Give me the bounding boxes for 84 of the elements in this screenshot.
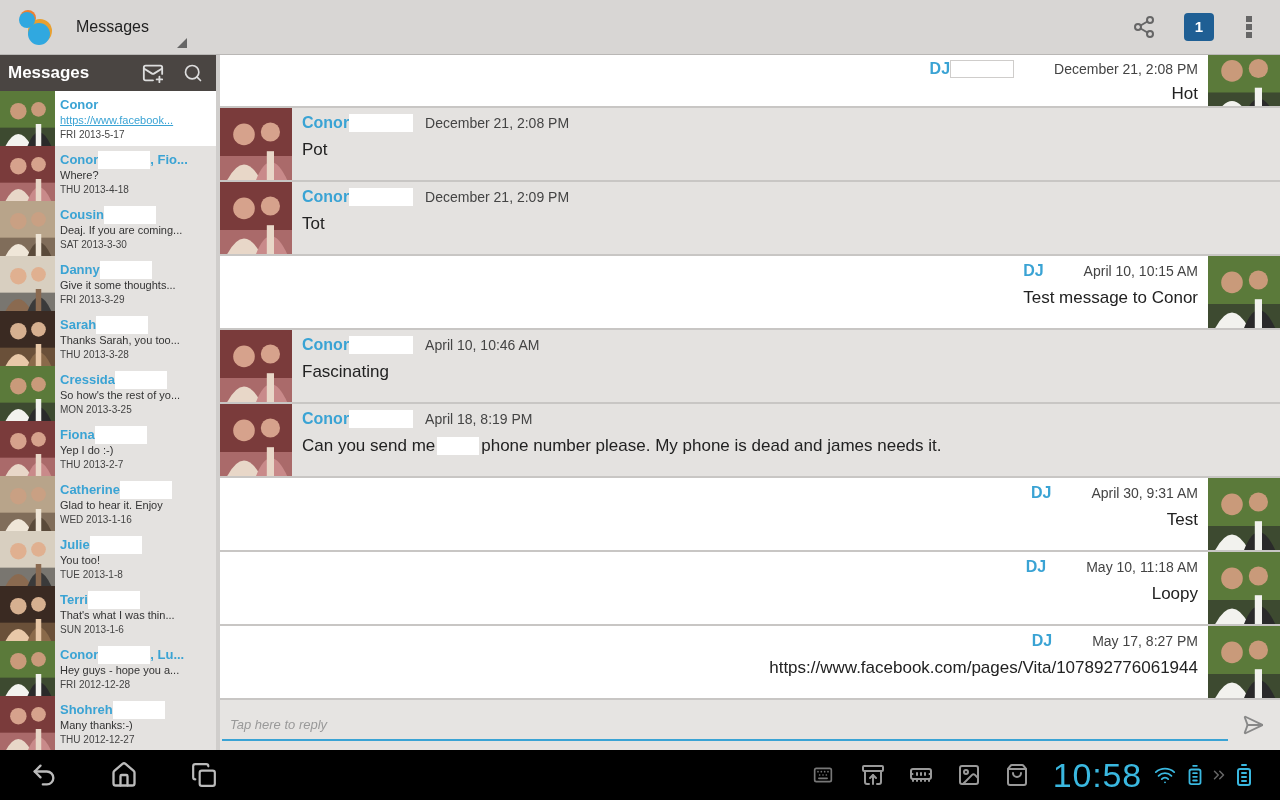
conversation-item[interactable]: Conor https://www.facebook... FRI 2013-5-17 <box>0 91 216 146</box>
conversation-date: THU 2013-4-18 <box>60 183 130 197</box>
sender-name: Conor <box>302 335 350 355</box>
conversation-date: FRI 2013-3-29 <box>60 293 126 307</box>
contact-name: Conor <box>60 95 99 114</box>
sender-name: DJ <box>1025 557 1047 577</box>
sender-name: Conor <box>302 113 350 133</box>
sender-name: DJ <box>929 59 951 79</box>
sender-name: DJ <box>1031 631 1053 651</box>
message-preview: That's what I was thin... <box>60 608 175 623</box>
conversation-date: SAT 2013-3-30 <box>60 238 128 252</box>
message-time: December 21, 2:08 PM <box>425 113 570 133</box>
home-icon <box>110 761 138 789</box>
menu-icon <box>1246 16 1252 38</box>
conversation-date: THU 2013-2-7 <box>60 458 125 472</box>
contact-name: Julie <box>60 535 90 554</box>
conversation-date: MON 2013-3-25 <box>60 403 133 417</box>
message-time: April 10, 10:46 AM <box>425 335 540 355</box>
contact-name: Fiona <box>60 425 95 444</box>
message-time: December 21, 2:09 PM <box>425 187 570 207</box>
message-text: phone number please. My phone is dead and james needs it. <box>481 435 942 458</box>
image-icon <box>956 763 981 787</box>
message-text: Tot <box>302 213 325 236</box>
conversation-date: THU 2013-3-28 <box>60 348 130 362</box>
message-text: Can you send me <box>302 435 436 458</box>
recent-apps-icon <box>191 762 217 788</box>
message-time: April 10, 10:15 AM <box>1083 261 1198 281</box>
contact-name: Conor <box>60 645 99 664</box>
store-icon <box>1004 763 1029 787</box>
sender-name: Conor <box>302 409 350 429</box>
keyboard-icon <box>812 765 833 785</box>
tray-icon <box>860 763 885 787</box>
message-text: Loopy <box>1151 583 1198 606</box>
conversation-date: FRI 2013-5-17 <box>60 128 126 142</box>
message-preview: Deaj. If you are coming... <box>60 223 183 238</box>
message-preview: Glad to hear it. Enjoy <box>60 498 164 513</box>
sender-name: DJ <box>1030 483 1052 503</box>
conversation-date: SUN 2013-1-6 <box>60 623 125 637</box>
conversation-date: TUE 2013-1-8 <box>60 568 124 582</box>
message-preview: Give it some thoughts... <box>60 278 176 293</box>
compose-icon <box>142 62 164 84</box>
conversation-date: FRI 2012-12-28 <box>60 678 132 692</box>
message-time: April 30, 9:31 AM <box>1091 483 1198 503</box>
message-time: May 17, 8:27 PM <box>1092 631 1198 651</box>
contact-name: Shohreh <box>60 700 113 719</box>
conversation-date: WED 2013-1-16 <box>60 513 133 527</box>
message-text: Test <box>1166 509 1198 532</box>
contact-name-suffix: , Lu... <box>150 645 185 664</box>
message-preview: You too! <box>60 553 101 568</box>
search-icon <box>183 63 203 83</box>
contact-name-suffix: , Fio... <box>150 150 188 169</box>
sender-name: Conor <box>302 187 350 207</box>
contact-name: Terri <box>60 590 88 609</box>
message-text: Test message to Conor <box>1023 287 1198 310</box>
reply-field[interactable]: Tap here to reply <box>222 709 1228 741</box>
dropdown-corner-icon <box>176 37 187 48</box>
message-time: December 21, 2:08 PM <box>1054 59 1198 79</box>
message-text: Fascinating <box>302 361 389 384</box>
message-preview: Hey guys - hope you a... <box>60 663 181 678</box>
sidebar-title: Messages <box>8 62 91 85</box>
message-time: April 18, 8:19 PM <box>425 409 533 429</box>
contact-name: Catherine <box>60 480 120 499</box>
notification-count[interactable]: 1 <box>1184 13 1214 41</box>
contact-name: Cousin <box>60 205 105 224</box>
contact-name: Danny <box>60 260 100 279</box>
message-preview: Where? <box>60 168 100 183</box>
message-preview: Thanks Sarah, you too... <box>60 333 180 348</box>
share-icon <box>1132 15 1156 39</box>
clock: 10:58 <box>1052 754 1142 796</box>
message-preview: So how's the rest of yo... <box>60 388 181 403</box>
message-preview: Many thanks:-) <box>60 718 134 733</box>
contact-name: Conor <box>60 150 99 169</box>
send-icon <box>1242 714 1264 736</box>
title-dropdown[interactable]: Messages <box>76 4 189 50</box>
redaction-box <box>437 437 480 455</box>
sender-name: DJ <box>1023 261 1044 281</box>
contact-name: Cressida <box>60 370 115 389</box>
message-text: Hot <box>1171 83 1198 105</box>
contact-name: Sarah <box>60 315 97 334</box>
conversation-date: THU 2012-12-27 <box>60 733 136 747</box>
message-preview: Yep I do :-) <box>60 443 115 458</box>
message-text: Pot <box>302 139 328 162</box>
message-text: https://www.facebook.com/pages/Vita/107892776061944 <box>769 657 1198 680</box>
message-time: May 10, 11:18 AM <box>1086 557 1198 577</box>
